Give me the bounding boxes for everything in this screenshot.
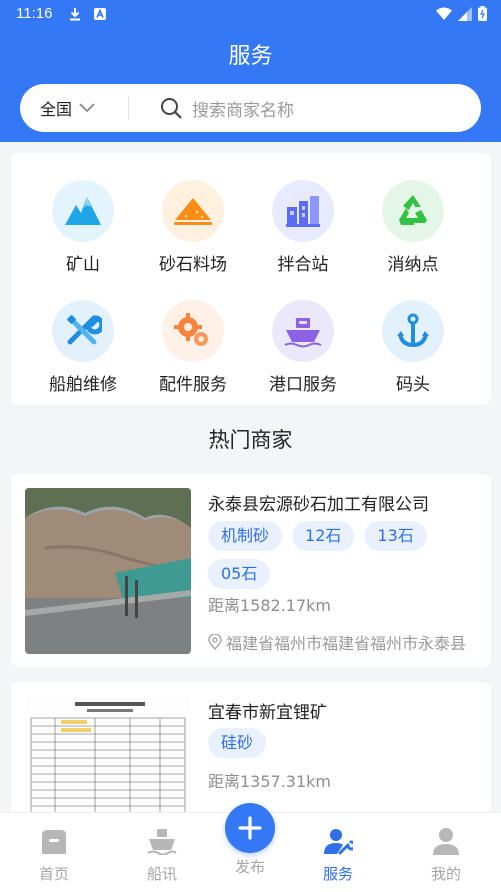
user-icon [433, 828, 459, 855]
anchor-icon [382, 300, 444, 362]
nav-news[interactable]: 船讯 [122, 827, 202, 884]
merchant-card[interactable]: 宜春市新宜锂矿 硅砂 距离1357.31km [11, 682, 491, 822]
hot-merchants-title: 热门商家 [208, 428, 293, 452]
merchant-name: 永泰县宏源砂石加工有限公司 [208, 495, 429, 515]
ship-news-icon [147, 829, 177, 856]
category-label: 矿山 [66, 255, 100, 275]
region-selector[interactable]: 全国 [40, 96, 96, 120]
search-input[interactable]: 搜索商家名称 [192, 96, 294, 121]
page-title: 服务 [228, 44, 273, 69]
category-label: 船舶维修 [49, 375, 117, 395]
category-parts-service[interactable]: 配件服务 [138, 300, 248, 395]
nav-home-label: 首页 [38, 865, 69, 883]
factory-icon [272, 180, 334, 242]
plus-icon [238, 816, 262, 840]
ship-icon [272, 300, 334, 362]
category-label: 消纳点 [387, 255, 439, 275]
merchant-photo-quarry [25, 488, 191, 654]
sand-pile-icon [162, 180, 224, 242]
merchant-tag: 机制砂 [208, 521, 283, 551]
category-sand-yard[interactable]: 砂石料场 [138, 180, 248, 275]
merchant-tags: 机制砂 12石 13石 05石 [208, 521, 478, 589]
battery-icon [478, 6, 487, 21]
search-icon [161, 98, 182, 119]
merchant-tag: 13石 [364, 521, 427, 551]
region-label: 全国 [40, 100, 73, 119]
recycle-icon [382, 180, 444, 242]
download-icon [70, 8, 80, 21]
merchant-tag: 硅砂 [208, 728, 267, 758]
category-grid: 矿山 砂石料场 拌合站 消纳点 船舶维修 配件服务 港口服务 码头 [11, 153, 491, 405]
category-label: 码头 [396, 375, 430, 395]
nav-mine[interactable]: 我的 [406, 827, 486, 884]
category-label: 配件服务 [159, 375, 227, 395]
category-wharf[interactable]: 码头 [358, 300, 468, 395]
nav-service-label: 服务 [322, 865, 353, 883]
gears-icon [162, 300, 224, 362]
merchant-distance: 距离1582.17km [208, 596, 332, 615]
search-bar: 全国 搜索商家名称 [20, 84, 481, 132]
category-ship-repair[interactable]: 船舶维修 [28, 300, 138, 395]
wrench-screwdriver-icon [52, 300, 114, 362]
merchant-card[interactable]: 永泰县宏源砂石加工有限公司 机制砂 12石 13石 05石 距离1582.17k… [11, 474, 491, 667]
nav-news-label: 船讯 [146, 865, 177, 883]
home-icon [42, 830, 66, 854]
merchant-distance: 距离1357.31km [208, 772, 332, 791]
mountain-icon [52, 180, 114, 242]
category-disposal-site[interactable]: 消纳点 [358, 180, 468, 275]
chevron-down-icon [79, 103, 95, 113]
status-time: 11:16 [16, 5, 53, 22]
notification-app-icon [94, 8, 106, 20]
nav-service[interactable]: 服务 [298, 827, 378, 884]
nav-mine-label: 我的 [430, 865, 461, 883]
category-label: 港口服务 [269, 375, 337, 395]
merchant-photo-report [25, 696, 191, 822]
category-port-service[interactable]: 港口服务 [248, 300, 358, 395]
header-bar: 11:16 服务 全国 搜索商家名称 [0, 0, 501, 142]
signal-icon [458, 6, 472, 21]
category-mixing-station[interactable]: 拌合站 [248, 180, 358, 275]
publish-button[interactable] [225, 803, 275, 853]
merchant-tag: 05石 [208, 559, 271, 589]
merchant-address: 福建省福州市福建省福州市永泰县 [208, 630, 480, 654]
merchant-tag: 12石 [292, 521, 355, 551]
merchant-name: 宜春市新宜锂矿 [208, 703, 327, 723]
merchant-address-text: 福建省福州市福建省福州市永泰县 [226, 634, 467, 653]
status-bar: 11:16 [0, 0, 501, 28]
search-divider [128, 96, 129, 120]
merchant-tags: 硅砂 [208, 728, 478, 758]
category-label: 拌合站 [277, 255, 329, 275]
nav-home[interactable]: 首页 [14, 827, 94, 884]
service-user-icon [324, 829, 357, 855]
publish-label: 发布 [234, 858, 265, 876]
location-pin-icon [208, 634, 222, 650]
wifi-icon [436, 7, 452, 20]
category-mine[interactable]: 矿山 [28, 180, 138, 275]
category-label: 砂石料场 [159, 255, 227, 275]
